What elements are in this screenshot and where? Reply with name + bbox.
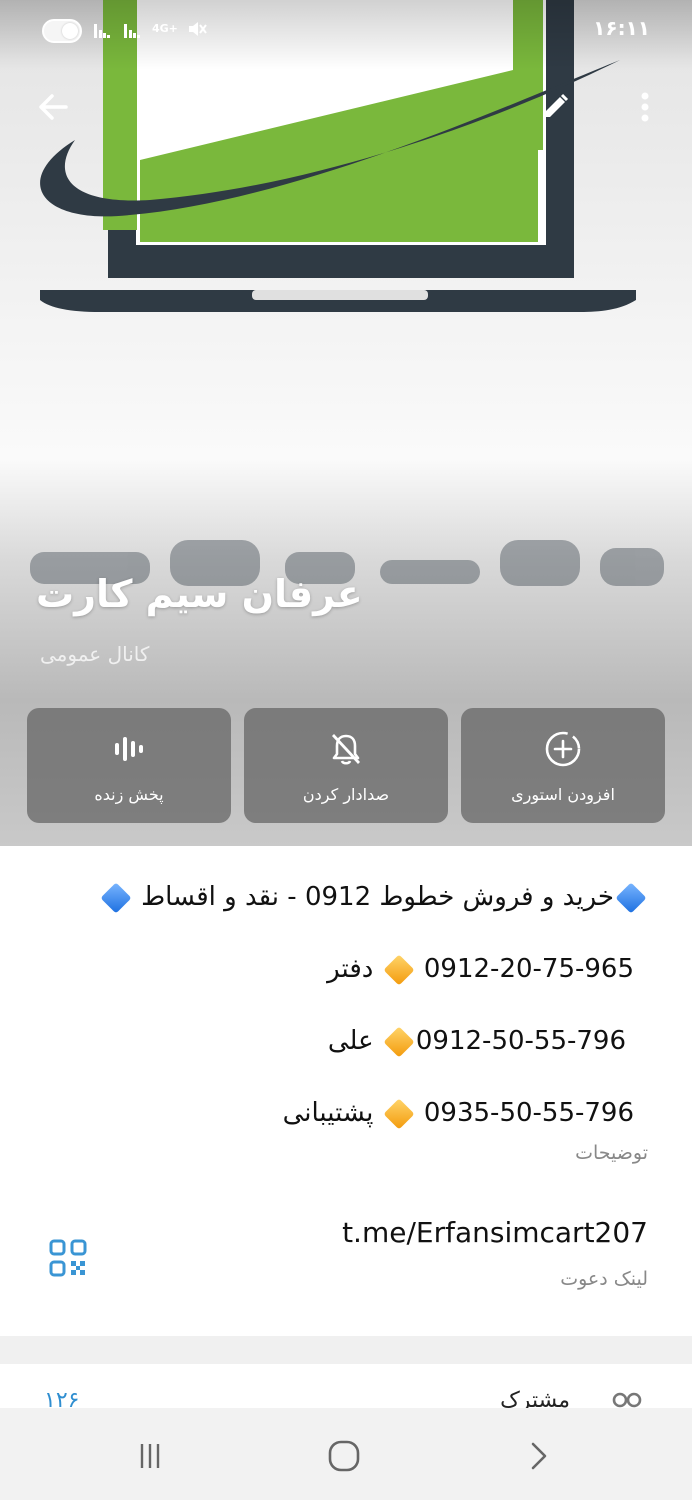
signal-icon: [122, 18, 144, 40]
status-icons: 4G+: [92, 18, 208, 44]
section-divider: [0, 1336, 692, 1364]
bell-off-icon: [324, 727, 368, 771]
description-line: 0912-50-55-796 علی: [327, 1025, 626, 1058]
action-label: افزودن استوری: [511, 785, 615, 804]
phone-number[interactable]: 0912-20-75-965: [424, 954, 634, 984]
recent-apps-button[interactable]: [128, 1434, 172, 1478]
more-vertical-icon: [641, 92, 649, 122]
subscribers-row[interactable]: ۱۲۶ مشترک: [0, 1364, 692, 1414]
live-stream-button[interactable]: پخش زنده: [27, 708, 231, 823]
status-clock: ۱۶:۱۱: [593, 16, 650, 40]
description-label: توضیحات: [575, 1142, 648, 1164]
nav-back-icon: [531, 1442, 547, 1470]
arrow-left-icon: [39, 94, 68, 120]
add-story-button[interactable]: افزودن استوری: [461, 708, 665, 823]
channel-cover: 4G+ ۱۶:۱۱ عرفان سیم کارت کانال عمومی پخش…: [0, 0, 692, 846]
signal-icon: [92, 18, 114, 40]
action-buttons: پخش زنده صدادار کردن افزودن استوری: [27, 708, 665, 823]
channel-title: عرفان سیم کارت: [36, 572, 363, 616]
system-nav-bar: [0, 1408, 692, 1500]
home-button[interactable]: [322, 1434, 366, 1478]
qr-code-icon: [49, 1239, 87, 1277]
back-button[interactable]: [30, 84, 76, 130]
description-line: 0935-50-55-796 پشتیبانی: [282, 1097, 634, 1130]
invite-link[interactable]: t.me/Erfansimcart207: [342, 1216, 648, 1249]
edit-button[interactable]: [532, 84, 578, 130]
unmute-button[interactable]: صدادار کردن: [244, 708, 448, 823]
channel-info: خرید و فروش خطوط 0912 - نقد و اقساط 0912…: [0, 846, 692, 1336]
pencil-icon: [545, 93, 569, 117]
description-line: 0912-20-75-965 دفتر: [327, 953, 634, 986]
more-options-button[interactable]: [622, 84, 668, 130]
nav-back-button[interactable]: [516, 1434, 560, 1478]
phone-number[interactable]: 0912-50-55-796: [416, 1026, 626, 1056]
qr-code-button[interactable]: [48, 1238, 90, 1280]
add-story-icon: [541, 727, 585, 771]
invite-link-label: لینک دعوت: [560, 1268, 648, 1290]
orange-diamond-icon: [383, 1097, 415, 1130]
phone-number[interactable]: 0935-50-55-796: [424, 1098, 634, 1128]
recent-apps-icon: [140, 1444, 160, 1468]
action-label: پخش زنده: [94, 785, 164, 804]
live-stream-icon: [107, 727, 151, 771]
mute-icon: [186, 18, 208, 44]
status-bar: 4G+ ۱۶:۱۱: [0, 0, 692, 62]
orange-diamond-icon: [383, 953, 415, 986]
blue-diamond-icon: [100, 881, 132, 914]
status-toggle-icon: [42, 19, 82, 43]
channel-type: کانال عمومی: [40, 642, 150, 666]
description-line: خرید و فروش خطوط 0912 - نقد و اقساط: [99, 881, 648, 914]
action-label: صدادار کردن: [302, 785, 390, 804]
orange-diamond-icon: [383, 1025, 415, 1058]
network-type-label: 4G+: [152, 22, 178, 35]
home-icon: [328, 1440, 360, 1472]
blue-diamond-icon: [615, 881, 647, 914]
